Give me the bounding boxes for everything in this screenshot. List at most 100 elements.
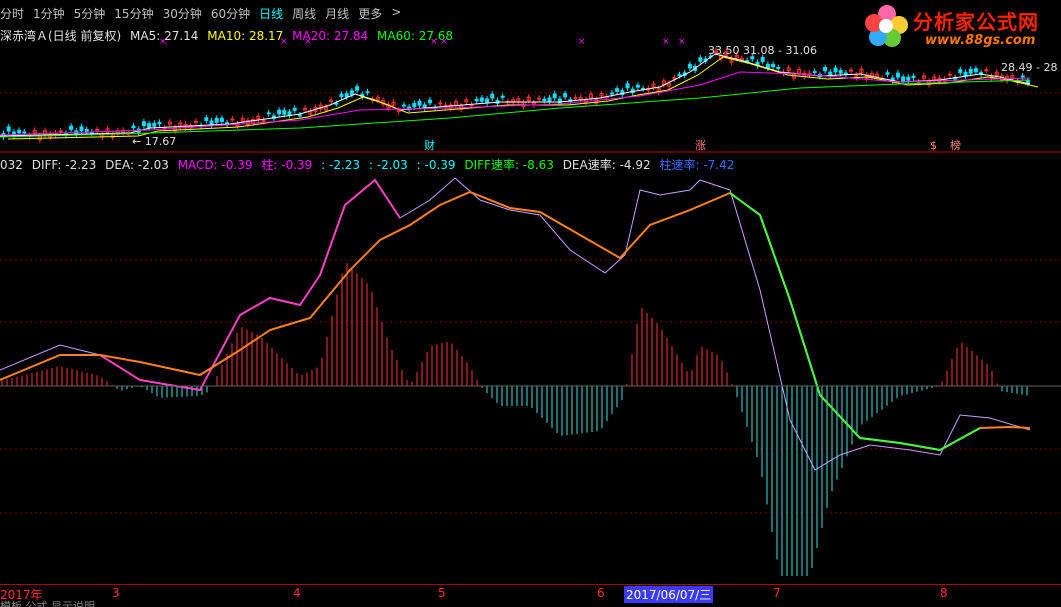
candle-body	[849, 69, 854, 72]
date-axis: 2017/06/07/三 2017年 3 4 5 6 7 8	[0, 584, 1061, 603]
candle-body	[17, 129, 22, 134]
marker: ×	[159, 37, 167, 47]
candlesticks	[1, 47, 1030, 143]
candle-body	[277, 109, 282, 115]
candle-body	[537, 97, 542, 100]
candle-body	[677, 74, 682, 77]
chart-canvas[interactable]: × × × × × × × × 财涨 $ 榜	[0, 0, 1061, 584]
candle-body	[230, 118, 235, 121]
candle-body	[635, 84, 640, 88]
candle-body	[297, 114, 302, 117]
candle-body	[287, 111, 292, 116]
candle-body	[219, 117, 224, 122]
event-tag-0: 财	[424, 138, 435, 152]
candle-body	[563, 93, 568, 98]
marker: ×	[280, 37, 288, 47]
candle-body	[131, 125, 136, 129]
grid-lines	[0, 92, 1061, 514]
candle-body	[838, 69, 843, 74]
candle-body	[833, 67, 838, 73]
low-price-label: ← 17.67	[132, 135, 177, 148]
marker: ×	[578, 37, 586, 47]
candle-body	[427, 99, 432, 104]
candle-body	[771, 63, 776, 68]
candle-body	[968, 68, 973, 74]
candle-body	[147, 123, 152, 129]
candle-body	[895, 72, 900, 78]
candle-body	[843, 72, 848, 75]
candle-body	[209, 120, 214, 126]
marker: ×	[440, 37, 448, 47]
candle-body	[552, 93, 557, 99]
marker: ×	[304, 37, 312, 47]
candle-body	[901, 76, 906, 82]
candle-body	[698, 57, 703, 62]
candle-body	[193, 120, 198, 123]
candle-body	[760, 57, 765, 63]
candle-body	[947, 73, 952, 76]
marker: ×	[678, 37, 686, 47]
candle-body	[214, 117, 219, 123]
macd-histogram	[1, 263, 1028, 576]
candle-body	[401, 104, 406, 107]
candle-body	[984, 69, 989, 72]
right-price-label: 28.49 - 28	[1001, 61, 1058, 74]
candle-body	[906, 76, 911, 81]
event-tag-3: 榜	[950, 138, 961, 152]
candle-body	[349, 90, 354, 96]
candle-body	[547, 97, 552, 102]
marker: ×	[662, 37, 670, 47]
candle-body	[355, 86, 360, 91]
bottom-strip: 模板 公式 显示说明	[0, 600, 95, 607]
range-label: 31.08 - 31.06	[743, 44, 817, 57]
candle-body	[479, 97, 484, 102]
macd-lines	[0, 177, 1031, 471]
candle-body	[916, 81, 921, 84]
event-tag-1: 涨	[695, 139, 706, 152]
candle-body	[615, 88, 620, 92]
candle-body	[58, 130, 63, 133]
candle-body	[776, 67, 781, 70]
candle-body	[417, 100, 422, 106]
candle-body	[750, 56, 755, 60]
candle-body	[1020, 75, 1025, 78]
candle-body	[292, 107, 297, 111]
event-tag-2: $	[930, 139, 937, 152]
candle-body	[6, 126, 11, 132]
candle-body	[490, 93, 495, 99]
candle-body	[958, 69, 963, 73]
candle-body	[609, 92, 614, 95]
diff-up-segment	[99, 178, 401, 392]
candle-body	[95, 128, 100, 131]
dea-line	[0, 190, 1031, 452]
high-price-label: 33.50	[708, 44, 740, 57]
candle-body	[438, 102, 443, 105]
candle-body	[500, 95, 505, 98]
candle-body	[823, 67, 828, 72]
diff-line	[0, 177, 1031, 471]
candle-body	[412, 102, 417, 108]
candle-body	[474, 98, 479, 102]
candle-body	[765, 63, 770, 69]
candle-body	[266, 112, 271, 115]
candle-body	[625, 83, 630, 89]
candle-body	[141, 121, 146, 127]
candle-body	[69, 125, 74, 130]
candle-body	[812, 71, 817, 74]
candle-body	[79, 126, 84, 132]
candle-body	[344, 93, 349, 98]
candle-body	[573, 97, 578, 100]
candle-body	[365, 91, 370, 94]
candle-body	[885, 72, 890, 75]
candle-body	[157, 121, 162, 125]
candle-body	[282, 109, 287, 115]
candle-body	[485, 98, 490, 104]
candle-body	[542, 98, 547, 102]
candle-body	[22, 131, 27, 134]
candle-body	[911, 75, 916, 79]
candle-body	[204, 117, 209, 122]
candle-body	[334, 102, 339, 105]
candle-body	[687, 63, 692, 69]
candle-body	[339, 93, 344, 98]
candle-body	[152, 122, 157, 127]
